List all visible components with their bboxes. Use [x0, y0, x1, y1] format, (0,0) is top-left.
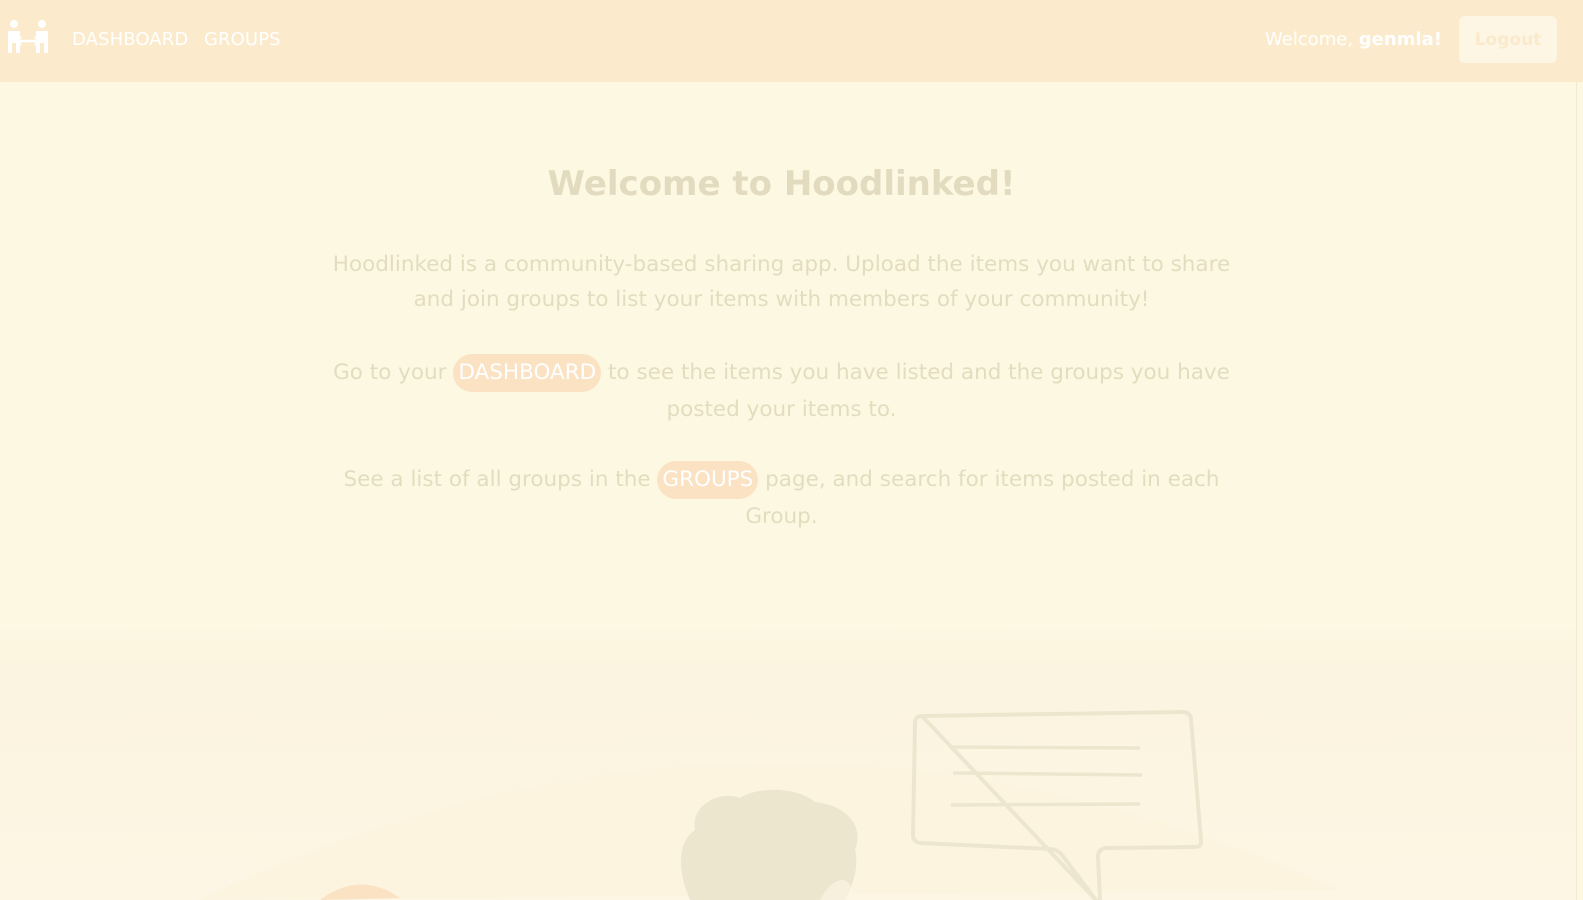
scrollbar-track[interactable]: [1576, 82, 1583, 900]
community-illustration: [200, 710, 1340, 900]
intro-paragraph: Hoodlinked is a community-based sharing …: [332, 252, 1231, 312]
nav-link-groups[interactable]: GROUPS: [204, 29, 281, 51]
bubble-line-1: [952, 745, 1141, 750]
dashboard-text-before: Go to your: [333, 360, 447, 385]
welcome-message: Welcome, genmla!: [1265, 29, 1442, 51]
page-title: Welcome to Hoodlinked!: [547, 164, 1016, 204]
dashboard-paragraph: Go to your DASHBOARD to see the items yo…: [330, 354, 1233, 427]
top-navbar: DASHBOARD GROUPS Welcome, genmla! Logout: [0, 0, 1583, 82]
people-exchange-icon[interactable]: [5, 19, 51, 59]
person-hair-shape: [680, 789, 858, 900]
groups-pill-link[interactable]: GROUPS: [657, 461, 759, 499]
groups-text-after: page, and search for items posted in eac…: [745, 467, 1220, 529]
groups-paragraph: See a list of all groups in the GROUPS p…: [330, 461, 1233, 534]
welcome-prefix: Welcome,: [1265, 29, 1354, 50]
bubble-line-2: [952, 771, 1143, 777]
nav-link-dashboard[interactable]: DASHBOARD: [72, 29, 188, 51]
username: genmla!: [1358, 29, 1442, 50]
dashboard-text-after: to see the items you have listed and the…: [608, 360, 1230, 422]
groups-text-before: See a list of all groups in the: [343, 467, 651, 492]
logout-button[interactable]: Logout: [1459, 16, 1557, 63]
dashboard-pill-link[interactable]: DASHBOARD: [453, 354, 602, 392]
bubble-line-3: [950, 802, 1141, 807]
